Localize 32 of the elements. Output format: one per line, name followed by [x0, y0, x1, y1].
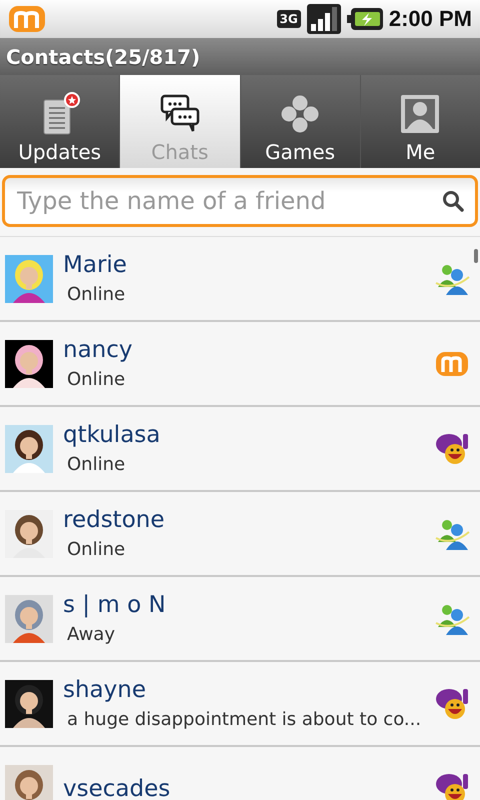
contact-name: Marie: [63, 250, 127, 278]
contact-row[interactable]: redstone Online: [0, 492, 480, 577]
search-field[interactable]: Type the name of a friend: [2, 175, 478, 227]
clock-time: 2:00 PM: [388, 6, 472, 32]
contact-name: s | m o N: [63, 590, 166, 618]
scrollbar-thumb: [474, 249, 478, 263]
tab[interactable]: Games: [240, 75, 360, 168]
contact-status: Online: [67, 368, 126, 392]
contact-status: a huge disappointment is about to co...: [67, 708, 422, 732]
contact-row[interactable]: nancy Online: [0, 322, 480, 407]
tab[interactable]: Updates: [0, 75, 120, 168]
contact-status: Away: [67, 622, 115, 646]
contact-row[interactable]: vsecades: [0, 747, 480, 800]
contact-row[interactable]: Marie Online: [0, 237, 480, 322]
contact-status: Online: [67, 282, 126, 306]
contact-name: vsecades: [63, 774, 170, 800]
contact-row[interactable]: s | m o N Away: [0, 577, 480, 662]
contact-row[interactable]: shayne a huge disappointment is about to co...: [0, 662, 480, 747]
contact-status: Online: [67, 538, 126, 562]
contact-name: shayne: [63, 676, 146, 704]
tab[interactable]: Me: [360, 75, 480, 168]
signal-icon: [306, 4, 341, 34]
network-type: 3G: [276, 10, 301, 28]
contact-name: redstone: [63, 506, 165, 534]
contact-name: nancy: [63, 336, 133, 364]
battery-icon: [346, 8, 383, 30]
screen-title: Contacts(25/817): [6, 44, 200, 68]
contact-row[interactable]: qtkulasa Online: [0, 407, 480, 492]
app-logo-icon: [8, 4, 46, 34]
contact-status: Online: [67, 452, 126, 476]
contact-name: qtkulasa: [63, 420, 160, 448]
search-icon: [442, 190, 464, 212]
